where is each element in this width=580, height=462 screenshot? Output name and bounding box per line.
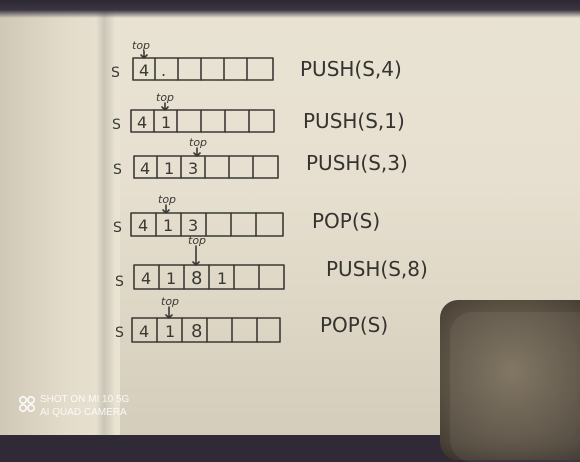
row-1-top-arrow xyxy=(140,50,148,59)
row-1-stack-label: S xyxy=(111,65,120,81)
stack-row-6: S 4 1 8 top POP(S) xyxy=(115,295,388,343)
row-4-cell-3: 3 xyxy=(188,216,198,235)
row-4-top-label: top xyxy=(158,193,176,206)
row-2-top-label: top xyxy=(156,91,174,104)
row-5-top-label: top xyxy=(188,234,206,247)
row-3-top-label: top xyxy=(189,136,207,149)
row-6-stack-label: S xyxy=(115,325,124,341)
row-5-cell-1: 4 xyxy=(141,269,151,288)
watermark-line-1: SHOT ON MI 10 5G xyxy=(40,394,130,405)
stack-row-3: S 4 1 3 top PUSH(S,3) xyxy=(113,136,408,179)
camera-logo-icon xyxy=(18,395,36,413)
row-3-stack-label: S xyxy=(113,162,122,178)
stack-row-1: S 4 . top PUSH(S,4) xyxy=(111,39,402,81)
row-1-command: PUSH(S,4) xyxy=(300,57,402,81)
row-6-top-label: top xyxy=(161,295,179,308)
row-2-top-arrow xyxy=(161,102,169,111)
row-6-command: POP(S) xyxy=(320,313,388,337)
stack-row-4: S 4 1 3 top POP(S) xyxy=(113,193,380,237)
row-5-cell-4: 1 xyxy=(217,269,227,288)
stack-row-5: S 4 1 8 1 top PUSH(S,8) xyxy=(115,234,428,290)
row-3-cell-2: 1 xyxy=(164,159,174,178)
row-5-cell-3: 8 xyxy=(191,268,202,289)
row-3-top-arrow xyxy=(193,147,201,157)
row-2-stack-label: S xyxy=(112,117,121,133)
row-3-command: PUSH(S,3) xyxy=(306,151,408,175)
row-4-cell-1: 4 xyxy=(138,216,148,235)
row-5-cell-2: 1 xyxy=(166,269,176,288)
row-4-stack-label: S xyxy=(113,220,122,236)
row-2-command: PUSH(S,1) xyxy=(303,109,405,133)
row-2-cell-2: 1 xyxy=(161,113,171,132)
handwriting-layer: S 4 . top PUSH(S,4) S 4 1 top PUSH(S,1) … xyxy=(111,39,428,343)
notebook-photo: S 4 . top PUSH(S,4) S 4 1 top PUSH(S,1) … xyxy=(0,0,580,462)
row-1-top-label: top xyxy=(132,39,150,52)
stack-row-2: S 4 1 top PUSH(S,1) xyxy=(112,91,405,133)
row-2-cell-1: 4 xyxy=(137,113,147,132)
row-6-cell-1: 4 xyxy=(139,322,149,341)
row-4-cell-2: 1 xyxy=(163,216,173,235)
row-1-cell-1: 4 xyxy=(139,61,149,80)
row-5-top-arrow xyxy=(192,245,200,266)
row-4-command: POP(S) xyxy=(312,209,380,233)
row-5-stack-label: S xyxy=(115,274,124,290)
row-4-top-arrow xyxy=(162,204,170,214)
row-3-cell-1: 4 xyxy=(140,159,150,178)
row-6-cell-2: 1 xyxy=(165,322,175,341)
row-1-cell-2: . xyxy=(161,61,166,80)
watermark-line-2: AI QUAD CAMERA xyxy=(40,407,127,418)
row-6-top-arrow xyxy=(165,306,173,319)
row-3-cell-3: 3 xyxy=(188,159,198,178)
row-6-cell-3: 8 xyxy=(191,321,202,342)
row-5-command: PUSH(S,8) xyxy=(326,257,428,281)
